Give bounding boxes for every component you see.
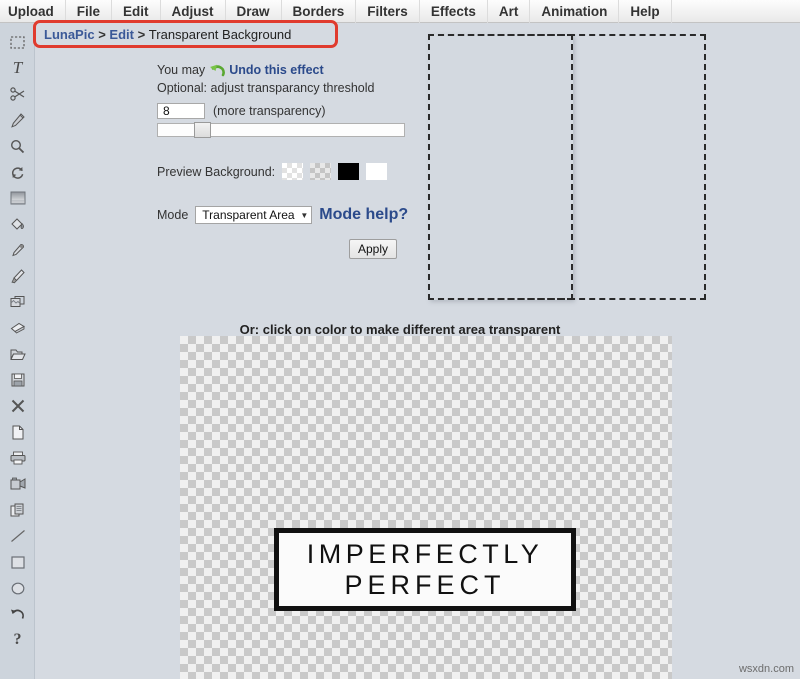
marquee-select-icon[interactable]	[0, 29, 35, 55]
selection-preview-area[interactable]	[418, 28, 708, 306]
preview-background-label: Preview Background:	[157, 164, 276, 179]
breadcrumb-separator-1: >	[94, 26, 110, 42]
open-folder-icon[interactable]	[0, 341, 35, 367]
mode-select[interactable]: Transparent Area ▼	[195, 206, 313, 224]
sign-line-2: PERFECT	[344, 569, 506, 600]
breadcrumb-separator-2: >	[133, 26, 149, 42]
eyedropper-icon[interactable]	[0, 237, 35, 263]
threshold-row: (more transparency)	[157, 103, 417, 119]
mode-row: Mode Transparent Area ▼ Mode help?	[157, 206, 417, 224]
preview-background-row: Preview Background:	[157, 163, 417, 180]
undo-prefix-label: You may	[157, 63, 206, 77]
sign-line-1: IMPERFECTLY	[306, 538, 544, 569]
paintbrush-icon[interactable]	[0, 263, 35, 289]
menu-art[interactable]: Art	[488, 0, 531, 23]
canvas-caption: Or: click on color to make different are…	[239, 322, 561, 337]
selection-rect-outer[interactable]	[428, 34, 706, 300]
slider-thumb[interactable]	[194, 122, 211, 138]
image-canvas[interactable]: IMPERFECTLY PERFECT	[180, 336, 672, 679]
scissors-icon[interactable]	[0, 81, 35, 107]
close-x-icon[interactable]	[0, 393, 35, 419]
breadcrumb-current: Transparent Background	[148, 26, 292, 42]
magnifier-icon[interactable]	[0, 133, 35, 159]
chevron-down-icon: ▼	[300, 210, 309, 220]
menu-effects[interactable]: Effects	[420, 0, 488, 23]
undo-this-effect-link[interactable]: Undo this effect	[229, 62, 323, 78]
menu-filters[interactable]: Filters	[356, 0, 420, 23]
threshold-input[interactable]	[157, 103, 205, 119]
menu-animation[interactable]: Animation	[530, 0, 620, 23]
image-sign-graphic[interactable]: IMPERFECTLY PERFECT	[274, 528, 576, 611]
tool-sidebar: T ?	[0, 23, 35, 679]
breadcrumb-edit-link[interactable]: Edit	[109, 27, 134, 42]
rectangle-tool-icon[interactable]	[0, 549, 35, 575]
pencil-icon[interactable]	[0, 107, 35, 133]
line-tool-icon[interactable]	[0, 523, 35, 549]
swatch-black[interactable]	[338, 163, 360, 180]
undo-arrow-icon	[209, 63, 226, 77]
watermark: wsxdn.com	[738, 663, 794, 675]
mode-select-value: Transparent Area	[202, 208, 295, 222]
clone-stamp-icon[interactable]	[0, 289, 35, 315]
text-tool-icon[interactable]: T	[0, 55, 35, 81]
copy-icon[interactable]	[0, 497, 35, 523]
help-question-icon[interactable]: ?	[0, 627, 35, 653]
threshold-hint-label: (more transparency)	[213, 104, 326, 118]
apply-row: Apply	[157, 239, 405, 259]
printer-icon[interactable]	[0, 445, 35, 471]
breadcrumb: LunaPic > Edit > Transparent Background	[44, 27, 291, 42]
undo-icon[interactable]	[0, 601, 35, 627]
menu-help[interactable]: Help	[619, 0, 672, 23]
rotate-icon[interactable]	[0, 159, 35, 185]
swatch-checker-light[interactable]	[282, 163, 304, 180]
apply-button[interactable]: Apply	[348, 239, 397, 259]
camera-icon[interactable]	[0, 471, 35, 497]
mode-label: Mode	[157, 208, 189, 222]
save-disk-icon[interactable]	[0, 367, 35, 393]
undo-row: You may Undo this effect	[157, 62, 417, 78]
optional-threshold-label: Optional: adjust transparancy threshold	[157, 81, 375, 95]
threshold-slider[interactable]	[157, 122, 405, 138]
controls-panel: You may Undo this effect Optional: adjus…	[157, 62, 417, 259]
swatch-checker-gray[interactable]	[310, 163, 332, 180]
breadcrumb-root-link[interactable]: LunaPic	[44, 27, 95, 42]
new-page-icon[interactable]	[0, 419, 35, 445]
mode-help-link[interactable]: Mode help?	[319, 206, 408, 224]
gradient-icon[interactable]	[0, 185, 35, 211]
swatch-white[interactable]	[366, 163, 388, 180]
ellipse-tool-icon[interactable]	[0, 575, 35, 601]
paint-bucket-icon[interactable]	[0, 211, 35, 237]
breadcrumb-highlight-box: LunaPic > Edit > Transparent Background	[33, 20, 338, 48]
menu-bar-filler	[672, 0, 800, 23]
